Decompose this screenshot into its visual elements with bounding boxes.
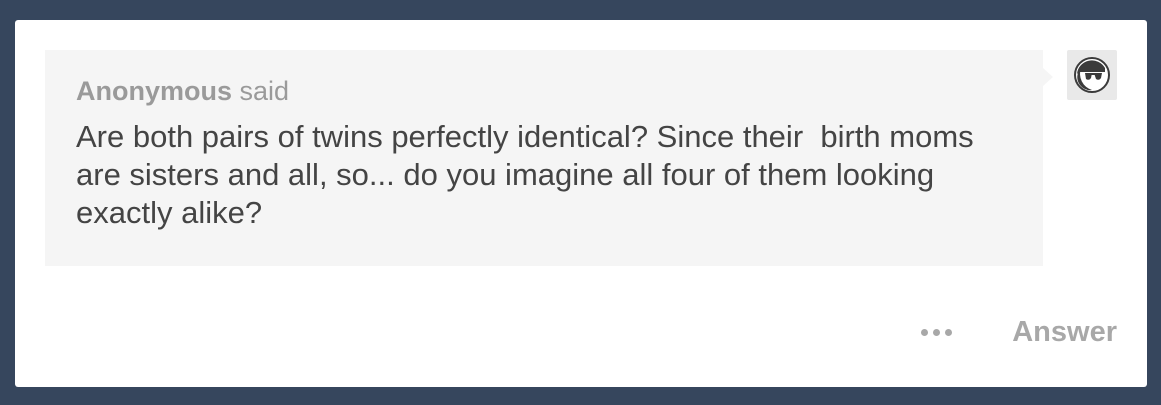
more-options-button[interactable] <box>921 321 953 344</box>
asker-verb: said <box>239 76 290 106</box>
asker-line: Anonymous said <box>76 74 1013 108</box>
anonymous-sunglasses-icon <box>1074 57 1110 93</box>
anonymous-avatar[interactable] <box>1067 50 1117 100</box>
answer-button[interactable]: Answer <box>1012 316 1117 349</box>
ask-post-card: Anonymous said Are both pairs of twins p… <box>15 20 1147 387</box>
more-options-icon-dot <box>945 328 953 336</box>
more-options-icon <box>921 328 929 336</box>
more-options-icon-dot <box>933 328 941 336</box>
post-footer: Answer <box>921 312 1117 352</box>
question-text: Are both pairs of twins perfectly identi… <box>76 119 983 230</box>
bubble-tail <box>1043 68 1053 86</box>
question-bubble: Anonymous said Are both pairs of twins p… <box>45 50 1053 266</box>
asker-name: Anonymous <box>76 76 233 106</box>
